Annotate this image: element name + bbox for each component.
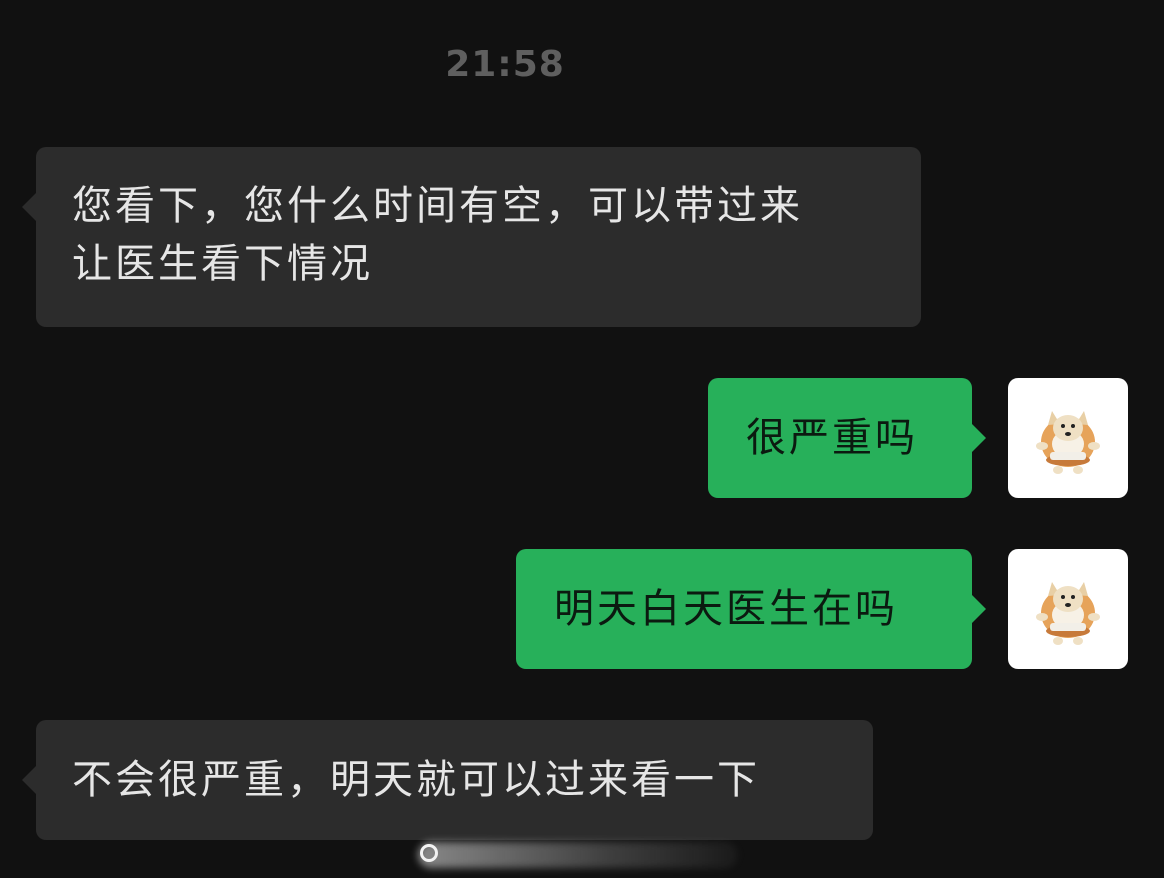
bubble-tail <box>22 193 36 221</box>
bubble-tail <box>22 766 36 794</box>
bubble-tail <box>972 595 986 623</box>
incoming-message-bubble[interactable]: 您看下，您什么时间有空，可以带过来 让医生看下情况 <box>22 147 921 327</box>
message-timestamp: 21:58 <box>445 44 565 85</box>
message-text: 很严重吗 <box>746 415 918 461</box>
message-text-line: 让医生看下情况 <box>72 241 373 287</box>
watermark-logo-icon <box>420 844 438 862</box>
message-text-line: 您看下，您什么时间有空，可以带过来 <box>72 183 803 229</box>
bubble-tail <box>972 424 986 452</box>
message-text: 明天白天医生在吗 <box>554 586 898 632</box>
message-text-line: 不会很严重，明天就可以过来看一下 <box>72 757 760 803</box>
watermark-blur <box>418 842 738 868</box>
incoming-message-bubble[interactable]: 不会很严重，明天就可以过来看一下 <box>22 720 873 840</box>
dog-avatar-icon[interactable] <box>1008 378 1128 498</box>
outgoing-message-bubble[interactable]: 很严重吗 <box>708 378 986 498</box>
dog-avatar-icon[interactable] <box>1008 549 1128 669</box>
outgoing-message-bubble[interactable]: 明天白天医生在吗 <box>516 549 986 669</box>
